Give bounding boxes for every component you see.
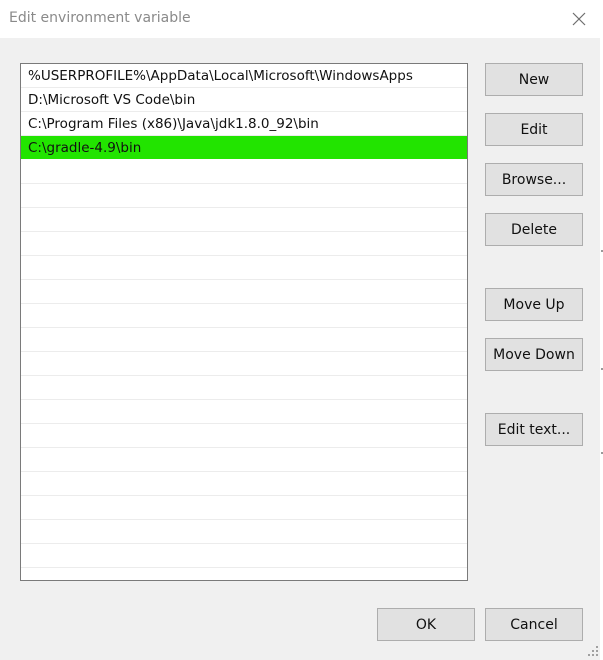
empty-row[interactable] (21, 376, 467, 400)
empty-row[interactable] (21, 400, 467, 424)
path-list[interactable]: %USERPROFILE%\AppData\Local\Microsoft\Wi… (20, 63, 468, 581)
title-bar: Edit environment variable (0, 0, 603, 38)
cancel-button[interactable]: Cancel (485, 608, 583, 641)
close-button[interactable] (560, 0, 598, 38)
dialog-title: Edit environment variable (9, 10, 191, 26)
empty-row[interactable] (21, 256, 467, 280)
list-item[interactable]: D:\Microsoft VS Code\bin (21, 88, 467, 112)
list-item[interactable]: C:\gradle-4.9\bin (21, 136, 467, 159)
browse-button[interactable]: Browse... (485, 163, 583, 196)
empty-row[interactable] (21, 328, 467, 352)
path-value: %USERPROFILE%\AppData\Local\Microsoft\Wi… (28, 68, 413, 84)
edit-text-button[interactable]: Edit text... (485, 413, 583, 446)
path-value: C:\Program Files (x86)\Java\jdk1.8.0_92\… (28, 116, 319, 132)
close-icon (572, 12, 586, 26)
move-up-button[interactable]: Move Up (485, 288, 583, 321)
empty-row[interactable] (21, 184, 467, 208)
edit-button[interactable]: Edit (485, 113, 583, 146)
empty-row[interactable] (21, 496, 467, 520)
empty-row[interactable] (21, 160, 467, 184)
list-item[interactable]: C:\Program Files (x86)\Java\jdk1.8.0_92\… (21, 112, 467, 136)
path-value: D:\Microsoft VS Code\bin (28, 92, 196, 108)
ok-button[interactable]: OK (377, 608, 475, 641)
empty-row[interactable] (21, 424, 467, 448)
empty-row[interactable] (21, 208, 467, 232)
empty-row[interactable] (21, 280, 467, 304)
move-down-button[interactable]: Move Down (485, 338, 583, 371)
empty-row[interactable] (21, 232, 467, 256)
path-value: C:\gradle-4.9\bin (28, 140, 142, 156)
empty-row[interactable] (21, 352, 467, 376)
list-item[interactable]: %USERPROFILE%\AppData\Local\Microsoft\Wi… (21, 64, 467, 88)
resize-grip-icon[interactable] (586, 644, 600, 658)
delete-button[interactable]: Delete (485, 213, 583, 246)
new-button[interactable]: New (485, 63, 583, 96)
edit-environment-variable-dialog: Edit environment variable %USERPROFILE%\… (0, 0, 603, 660)
empty-row[interactable] (21, 304, 467, 328)
empty-row[interactable] (21, 544, 467, 568)
empty-row[interactable] (21, 472, 467, 496)
empty-row[interactable] (21, 448, 467, 472)
empty-row[interactable] (21, 520, 467, 544)
